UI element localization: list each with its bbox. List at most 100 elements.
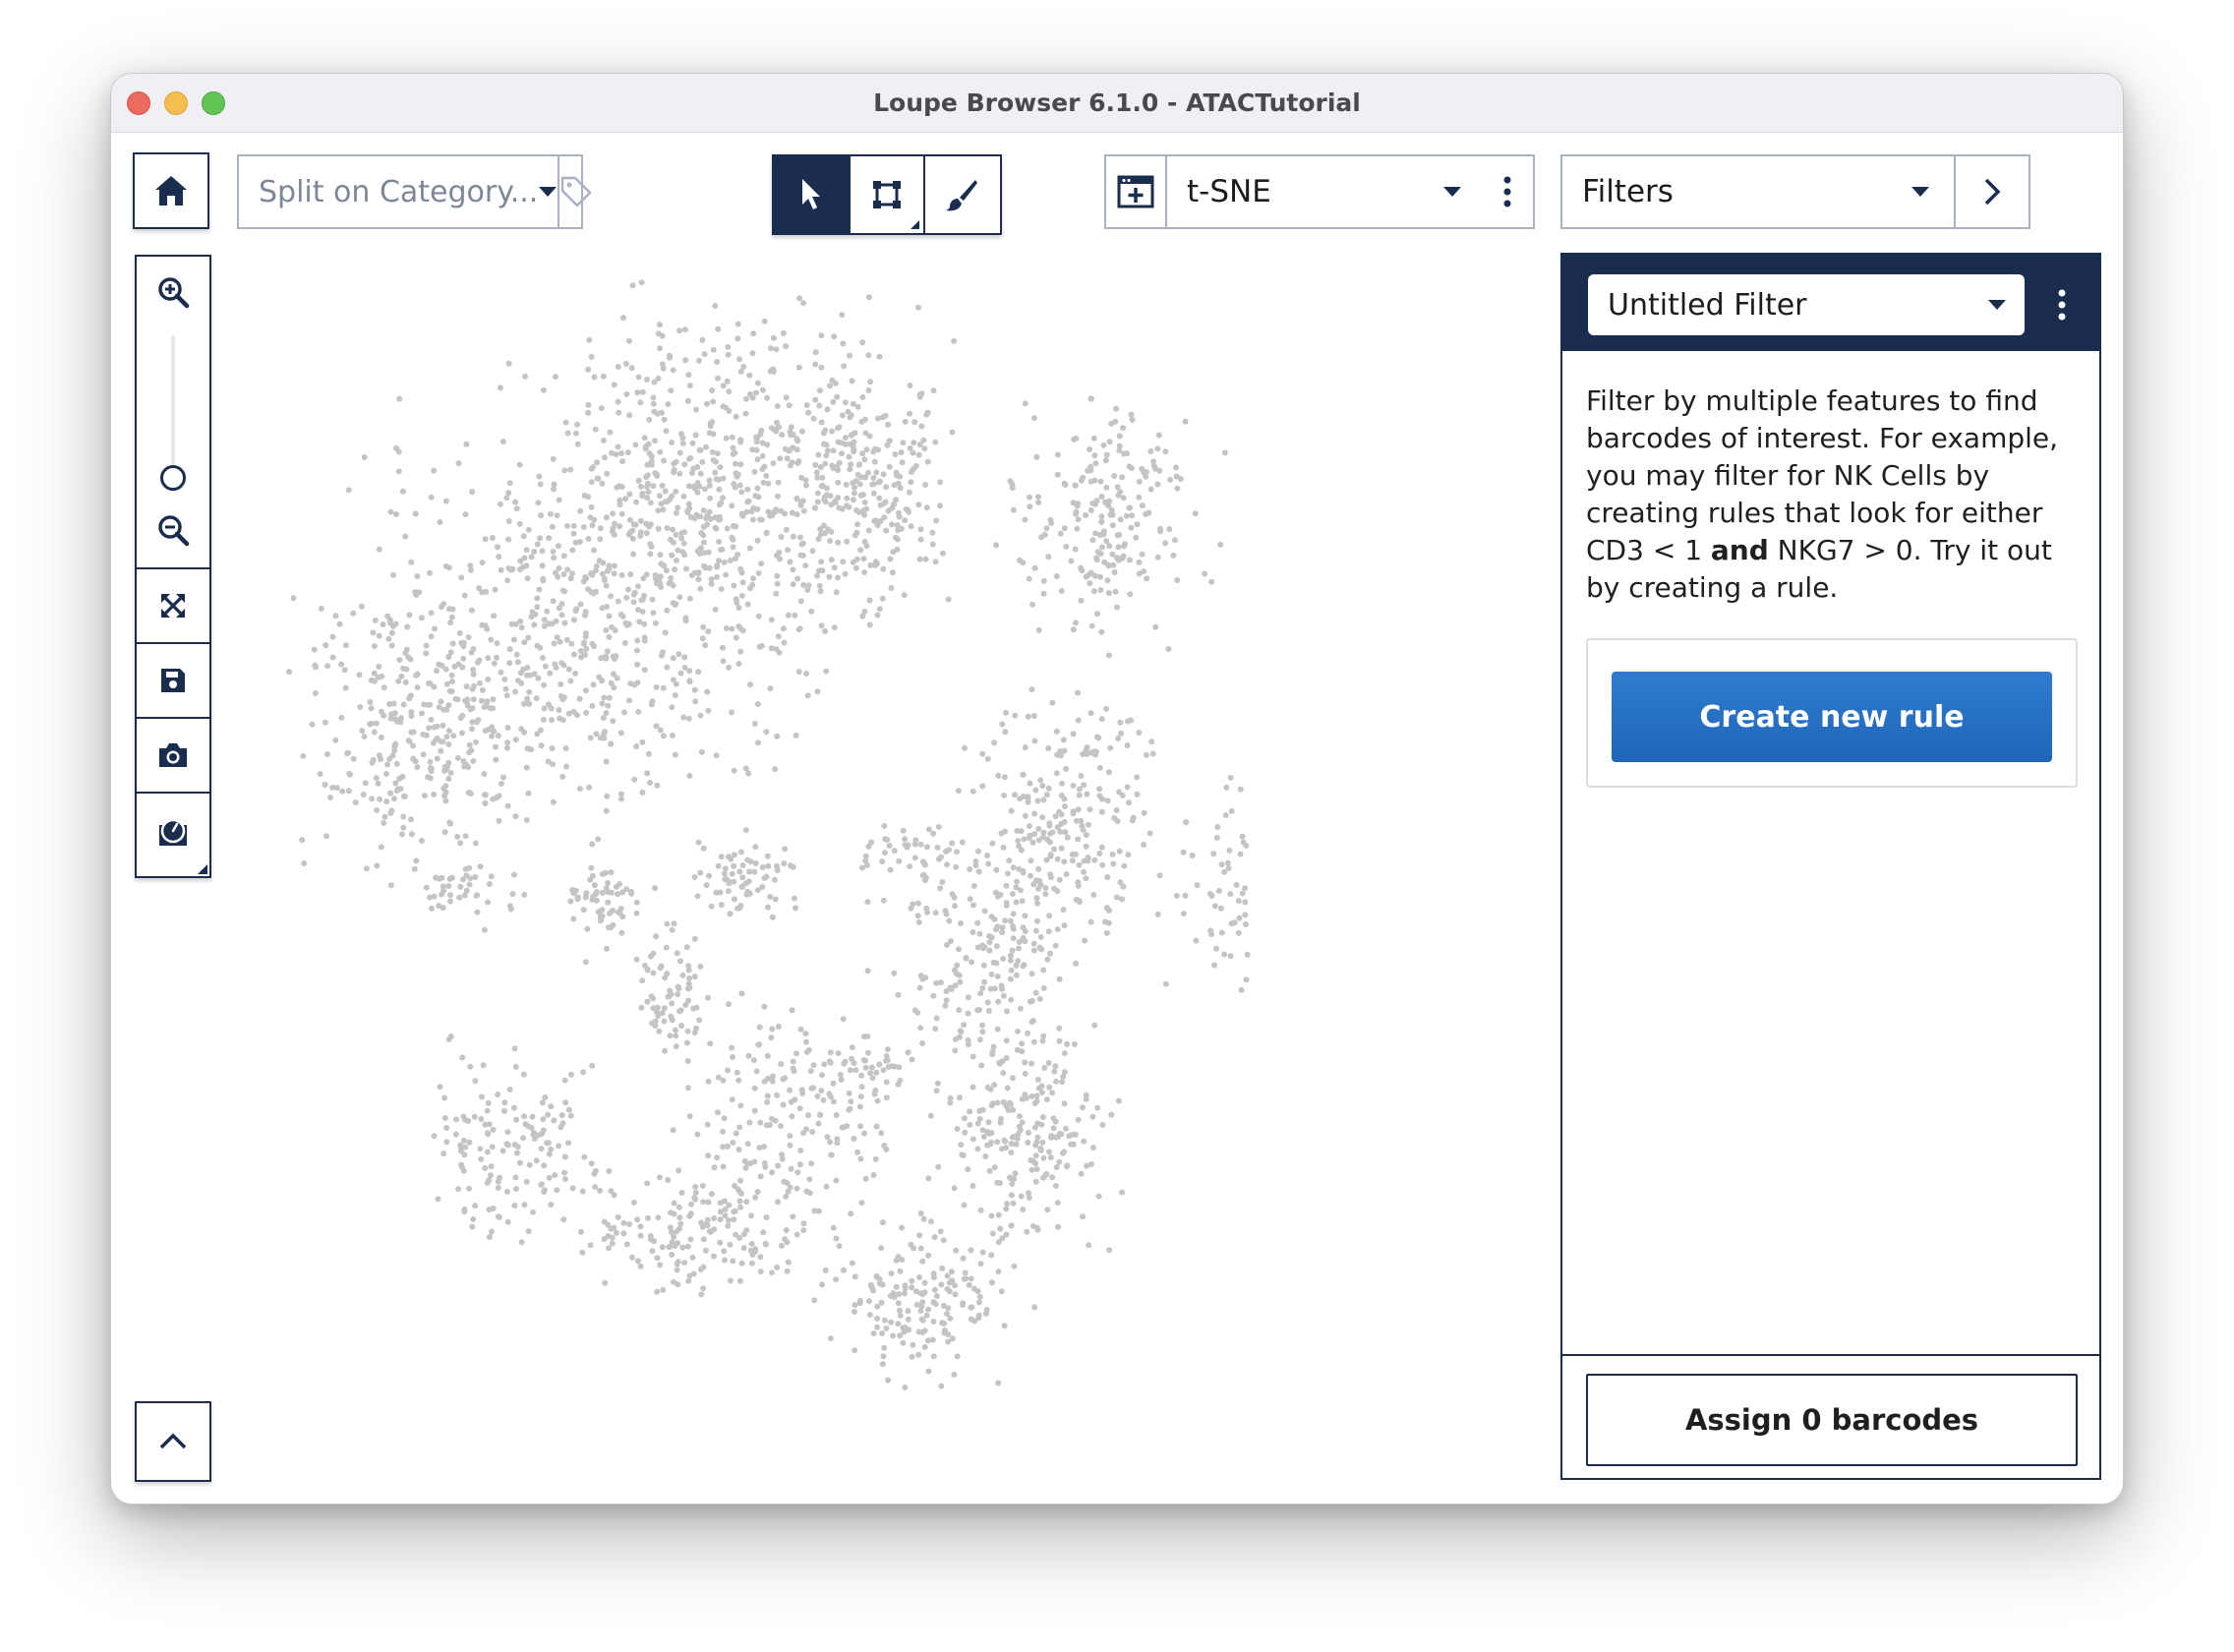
zoom-slider-handle[interactable] [160, 465, 186, 491]
cell-point [1149, 750, 1156, 757]
cell-point [551, 481, 558, 488]
cell-point [495, 544, 500, 551]
cell-point [952, 1047, 959, 1054]
pointer-tool-button[interactable] [774, 156, 849, 233]
filters-select[interactable]: Filters [1560, 154, 2030, 229]
cell-point [443, 1125, 450, 1131]
cell-point [486, 1121, 493, 1128]
cell-point [747, 681, 753, 688]
cell-point [866, 597, 873, 604]
create-rule-button[interactable]: Create new rule [1612, 672, 2052, 762]
fit-view-button[interactable] [137, 569, 209, 642]
cell-point [441, 887, 447, 894]
cell-point [800, 1130, 807, 1137]
cell-point [942, 849, 949, 855]
brush-tool-button[interactable] [923, 156, 998, 233]
cell-point [1080, 1213, 1086, 1220]
cell-point [694, 893, 701, 900]
cell-point [402, 533, 409, 540]
filter-name-select[interactable]: Untitled Filter [1588, 274, 2025, 335]
save-button[interactable] [137, 644, 209, 717]
cell-point [757, 1254, 764, 1261]
cell-point [732, 556, 738, 562]
dial-button[interactable] [137, 794, 209, 872]
screenshot-button[interactable] [137, 719, 209, 792]
cell-point [664, 664, 671, 671]
cell-point [586, 336, 593, 343]
cell-point [615, 443, 621, 450]
cell-point [435, 1196, 441, 1203]
cell-point [1078, 817, 1085, 824]
cell-point [496, 817, 502, 824]
cell-point [720, 1128, 726, 1135]
zoom-in-button[interactable] [137, 265, 209, 320]
collapse-button[interactable] [135, 1401, 211, 1482]
cell-point [716, 476, 723, 483]
cell-point [673, 531, 679, 538]
cell-point [876, 606, 883, 613]
cell-point [1231, 919, 1238, 926]
cell-point [773, 552, 780, 559]
cell-point [491, 660, 498, 667]
zoom-slider-track[interactable] [171, 335, 175, 473]
cell-point [342, 642, 349, 649]
projection-select[interactable]: t-SNE [1104, 154, 1535, 229]
cell-point [669, 1017, 676, 1024]
cell-point [559, 773, 566, 780]
home-button[interactable] [133, 152, 209, 229]
cell-point [947, 1315, 954, 1322]
split-category-select[interactable]: Split on Category... [237, 154, 592, 229]
tsne-scatter-plot[interactable] [239, 270, 1645, 1504]
cell-point [697, 869, 704, 876]
cell-point [443, 680, 450, 687]
cell-point [362, 780, 369, 787]
cell-point [1124, 742, 1131, 748]
cell-point [823, 1183, 830, 1190]
cell-point [929, 529, 936, 536]
projection-more-button[interactable] [1482, 176, 1533, 207]
cell-point [927, 1112, 934, 1119]
cell-point [412, 758, 419, 765]
cell-point [905, 1049, 911, 1056]
cell-point [650, 950, 657, 957]
cell-point [747, 858, 754, 865]
cell-point [888, 585, 895, 591]
cell-point [860, 556, 867, 562]
panel-next-button[interactable] [1956, 156, 2028, 227]
cell-point [1111, 569, 1118, 575]
tag-button[interactable] [559, 156, 593, 227]
cell-point [735, 605, 742, 611]
cell-point [545, 758, 552, 765]
cell-point [772, 1117, 779, 1124]
cell-point [583, 709, 590, 716]
cell-point [935, 823, 942, 830]
cell-point [614, 484, 620, 491]
filter-more-button[interactable] [2042, 276, 2082, 333]
zoom-out-button[interactable] [137, 502, 209, 558]
cell-point [1030, 1038, 1037, 1045]
cell-point [862, 1064, 869, 1071]
cell-point [872, 1087, 879, 1093]
cell-point [588, 353, 595, 360]
cell-point [518, 624, 525, 631]
cell-point [796, 295, 803, 302]
cell-point [811, 504, 818, 511]
save-icon [161, 669, 185, 692]
cell-point [781, 639, 788, 646]
cell-point [1096, 764, 1103, 771]
cell-point [962, 1129, 969, 1136]
rect-select-tool-button[interactable] [849, 156, 923, 233]
cell-point [1030, 415, 1037, 422]
cell-point [1096, 532, 1103, 538]
assign-barcodes-button[interactable]: Assign 0 barcodes [1586, 1374, 2078, 1466]
cell-point [1013, 884, 1020, 891]
cell-point [743, 1199, 750, 1206]
cell-point [858, 474, 864, 481]
cell-point [617, 450, 624, 456]
cell-point [631, 589, 638, 596]
cell-point [361, 454, 368, 460]
cell-point [602, 729, 608, 735]
cell-point [549, 745, 556, 751]
cell-point [520, 1071, 527, 1078]
cell-point [460, 655, 467, 662]
